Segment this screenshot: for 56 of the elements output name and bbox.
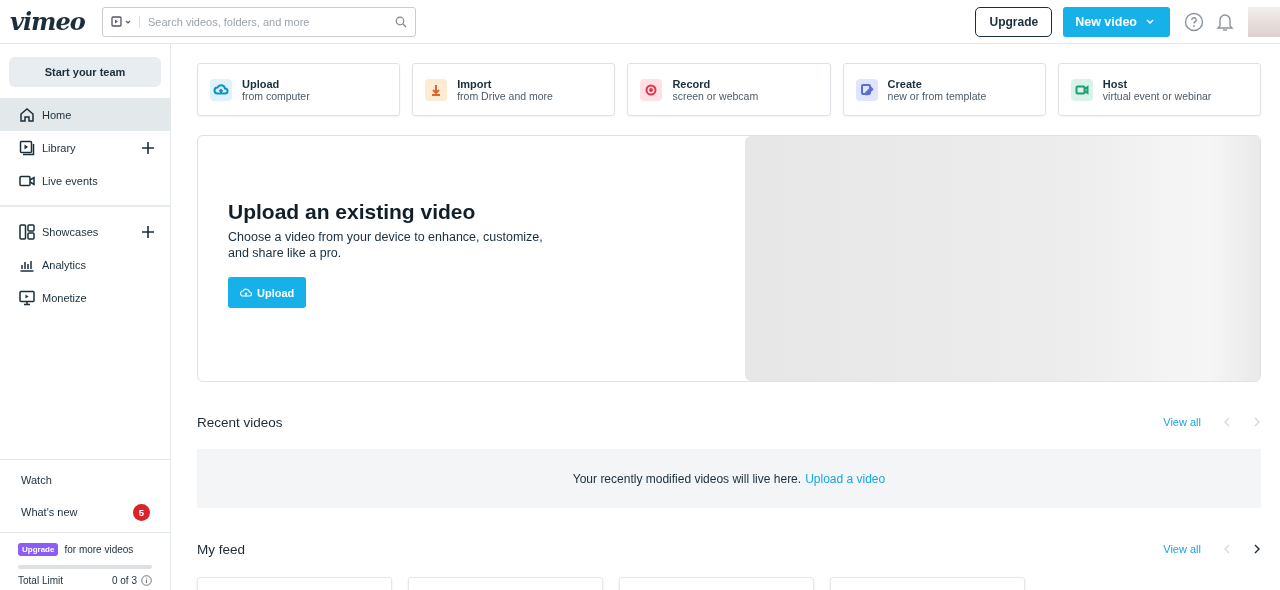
action-subtitle: from computer — [242, 89, 310, 102]
nav-item[interactable]: Showcases — [0, 215, 170, 248]
create-icon — [855, 78, 878, 101]
cloud-upload-icon — [240, 287, 252, 298]
action-title: Host — [1102, 77, 1129, 90]
quota-text: for more videos — [64, 544, 134, 555]
empty-state-text: Your recently modified videos will live here. — [572, 471, 802, 486]
action-card[interactable]: Host virtual event or webinar — [1057, 63, 1261, 116]
import-icon — [425, 78, 448, 101]
action-card[interactable]: Create new or from template — [842, 63, 1046, 116]
help-icon[interactable] — [1184, 11, 1204, 32]
upload-icon — [210, 78, 232, 101]
section-title: Recent videos — [197, 414, 283, 430]
nav-item[interactable]: Live events — [0, 164, 170, 197]
nav-item[interactable]: Monetize — [0, 281, 170, 314]
action-card[interactable]: Record screen or webcam — [627, 63, 831, 116]
upgrade-button[interactable]: Upgrade — [975, 6, 1053, 37]
hero-title: Upload an existing video — [228, 200, 477, 224]
action-subtitle: virtual event or webinar — [1102, 89, 1212, 102]
nav-item[interactable]: Analytics — [0, 248, 170, 281]
search-icon[interactable] — [395, 15, 407, 28]
library-icon — [19, 139, 35, 156]
action-card[interactable]: Upload from computer — [197, 63, 401, 116]
start-team-button[interactable]: Start your team — [9, 57, 161, 87]
showcase-icon — [19, 223, 35, 240]
search-bar[interactable]: Search videos, folders, and more — [102, 6, 416, 37]
action-title: Import — [457, 77, 493, 90]
total-limit-label: Total Limit — [18, 575, 63, 586]
action-title: Create — [887, 77, 923, 90]
plus-icon[interactable] — [142, 225, 154, 238]
sidebar-link[interactable]: What's new 5 — [0, 496, 170, 528]
action-title: Record — [672, 77, 712, 90]
sidebar-link[interactable]: Watch — [0, 464, 170, 496]
caret-icon — [1145, 18, 1155, 25]
section-title: My feed — [197, 541, 246, 557]
host-icon — [1070, 78, 1093, 101]
hero-text: Choose a video from your device to enhance, customize, and share like a pro. — [228, 230, 544, 261]
vimeo-logo[interactable]: vimeo — [10, 7, 102, 36]
monitor-icon — [19, 289, 35, 306]
nav-item[interactable]: Home — [0, 98, 170, 131]
home-icon — [19, 106, 35, 123]
limit-count: 0 of 3 — [111, 575, 137, 586]
notification-bell-icon[interactable] — [1216, 11, 1234, 32]
action-subtitle: screen or webcam — [672, 89, 759, 102]
nav-item[interactable]: Library — [0, 131, 170, 164]
plus-icon[interactable] — [142, 141, 154, 154]
action-title: Upload — [242, 77, 281, 90]
action-card[interactable]: Import from Drive and more — [412, 63, 616, 116]
record-icon — [640, 78, 663, 101]
action-subtitle: from Drive and more — [457, 89, 553, 102]
upgrade-badge[interactable]: Upgrade — [18, 543, 59, 556]
info-icon[interactable] — [141, 575, 152, 586]
action-subtitle: new or from template — [887, 89, 987, 102]
next-icon[interactable] — [1253, 544, 1261, 554]
video-filter-icon[interactable] — [111, 15, 140, 28]
count-badge: 5 — [133, 503, 150, 521]
